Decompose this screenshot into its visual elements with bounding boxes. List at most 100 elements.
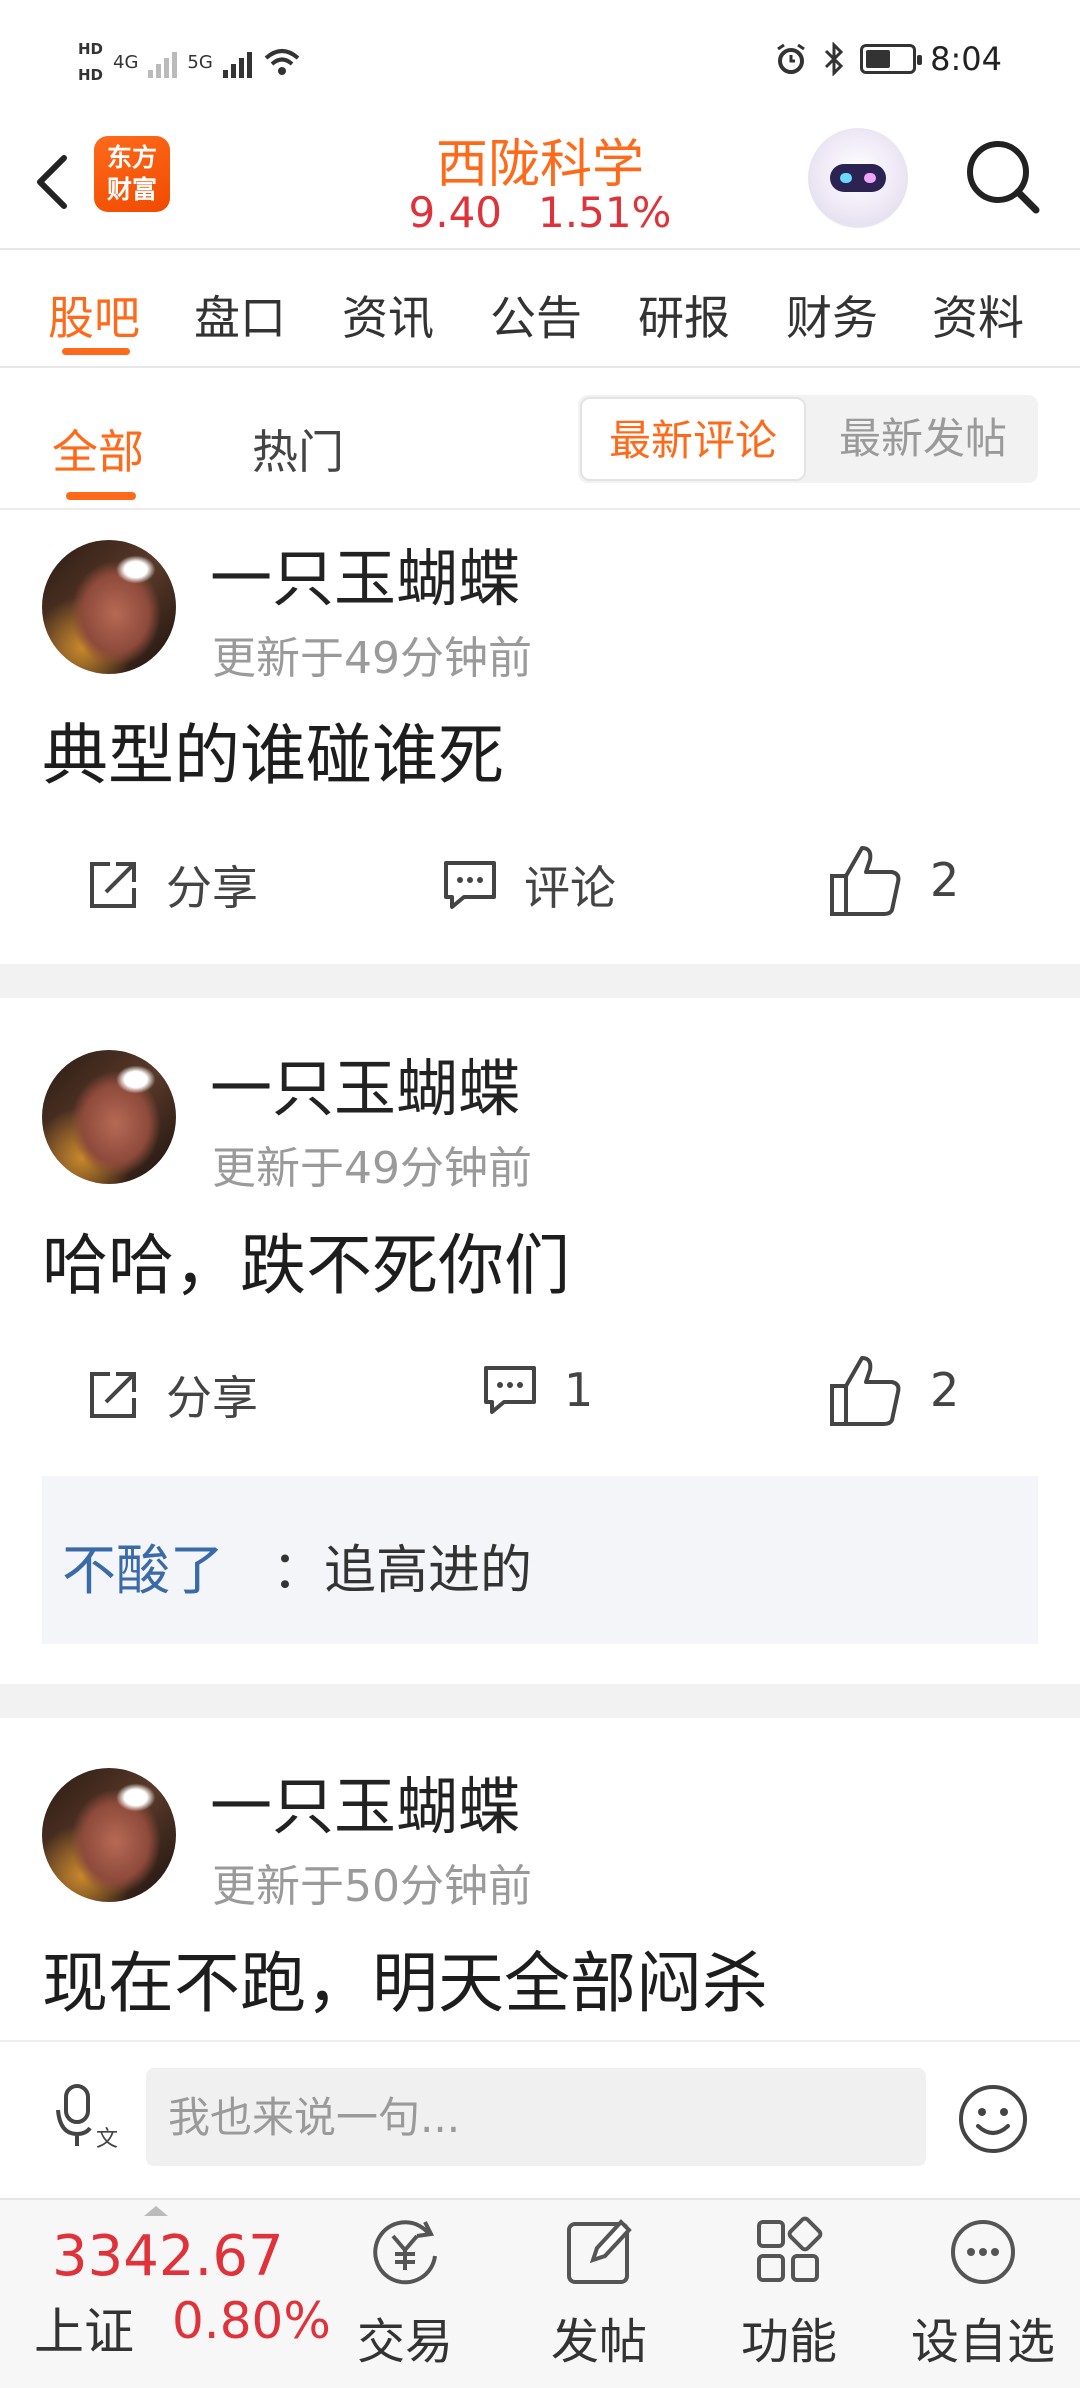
- post-divider: [0, 1684, 1080, 1718]
- like-count: 2: [930, 853, 960, 907]
- filter-hot[interactable]: 热门: [252, 416, 344, 482]
- trade-yuan-icon: [373, 2220, 437, 2285]
- nav-watchlist-label: 设自选: [910, 2314, 1055, 2370]
- bottom-navigation: 3342.67 上证 0.80% 交易 发帖 功能 设自选: [0, 2198, 1080, 2388]
- emoji-icon[interactable]: [956, 2082, 1030, 2156]
- net2-label: 5G: [187, 51, 213, 73]
- post-card[interactable]: 一只玉蝴蝶 更新于49分钟前 典型的谁碰谁死 分享 评论 2: [0, 512, 1080, 964]
- like-button[interactable]: 2: [826, 1350, 959, 1430]
- section-tabs: 股吧 盘口 资讯 公告 研报 财务 资料: [0, 252, 1080, 368]
- post-card[interactable]: 一只玉蝴蝶 更新于50分钟前 现在不跑，明天全部闷杀: [0, 1718, 1080, 2040]
- comment-input[interactable]: [146, 2068, 926, 2166]
- post-card[interactable]: 一只玉蝴蝶 更新于49分钟前 哈哈，跌不死你们 分享 1 2 不酸了 ：追高进的: [0, 998, 1080, 1684]
- signal-icon: [148, 46, 178, 78]
- sort-latest-post[interactable]: 最新发帖: [810, 395, 1036, 483]
- hd1-label: HD: [78, 40, 104, 58]
- stock-price: 9.40: [408, 188, 503, 237]
- battery-fill: [866, 50, 891, 68]
- reply-preview[interactable]: 不酸了 ：追高进的: [42, 1476, 1038, 1644]
- grid-functions-icon: [757, 2216, 823, 2282]
- bluetooth-icon: [825, 42, 844, 76]
- clock: 8:04: [930, 40, 1002, 78]
- comment-button[interactable]: 评论: [440, 852, 616, 918]
- like-count: 2: [930, 1363, 960, 1417]
- status-bar: HD HD 4G 5G 8:04: [0, 0, 1080, 120]
- stock-forum-page: HD HD 4G 5G 8:04 东方 财富 西陇科学 9.40 1.51% 股…: [0, 0, 1080, 2388]
- nav-trade-label: 交易: [356, 2314, 453, 2370]
- active-tab-indicator: [62, 348, 130, 355]
- nav-post[interactable]: 发帖: [524, 2212, 674, 2372]
- voice-translate-icon[interactable]: 文: [52, 2080, 122, 2150]
- author-name[interactable]: 一只玉蝴蝶: [210, 1756, 520, 1846]
- index-change-pct: 0.80%: [172, 2292, 331, 2350]
- compose-icon: [567, 2219, 632, 2284]
- share-icon: [90, 1372, 136, 1418]
- author-name[interactable]: 一只玉蝴蝶: [210, 528, 520, 618]
- thumbs-up-icon: [830, 846, 901, 916]
- share-label: 分享: [166, 1371, 258, 1425]
- search-icon[interactable]: [960, 134, 1044, 218]
- reply-text: ：追高进的: [272, 1541, 533, 1601]
- tab-research[interactable]: 研报: [638, 282, 730, 348]
- post-divider: [0, 964, 1080, 998]
- stock-change-pct: 1.51%: [538, 188, 672, 237]
- tab-pankou[interactable]: 盘口: [194, 282, 286, 348]
- comment-button[interactable]: 1: [480, 1362, 593, 1418]
- post-content[interactable]: 现在不跑，明天全部闷杀: [42, 1930, 768, 2026]
- assistant-robot-icon[interactable]: [808, 128, 908, 228]
- share-label: 分享: [166, 861, 258, 915]
- tab-finance[interactable]: 财务: [786, 282, 878, 348]
- alarm-icon: [777, 43, 805, 74]
- comment-count: 1: [564, 1363, 594, 1417]
- like-button[interactable]: 2: [826, 840, 959, 920]
- system-indicators: 8:04: [774, 40, 1002, 78]
- share-icon: [90, 862, 136, 908]
- nav-trade[interactable]: 交易: [330, 2212, 480, 2372]
- comment-label: 评论: [524, 861, 616, 915]
- nav-post-label: 发帖: [550, 2314, 647, 2370]
- network-indicators: HD HD 4G 5G: [78, 36, 302, 88]
- comment-icon: [444, 861, 496, 909]
- post-content[interactable]: 哈哈，跌不死你们: [42, 1212, 570, 1308]
- tab-announcements[interactable]: 公告: [490, 282, 582, 348]
- signal-icon-2: [222, 46, 252, 78]
- author-avatar[interactable]: [42, 1050, 176, 1184]
- stock-name: 西陇科学: [435, 135, 644, 195]
- hd2-label: HD: [78, 66, 104, 84]
- author-name[interactable]: 一只玉蝴蝶: [210, 1038, 520, 1128]
- nav-functions[interactable]: 功能: [714, 2212, 864, 2372]
- thumbs-up-icon: [830, 1356, 901, 1426]
- author-avatar[interactable]: [42, 540, 176, 674]
- reply-author[interactable]: 不酸了: [62, 1526, 224, 1605]
- post-time: 更新于49分钟前: [212, 633, 532, 684]
- svg-text:文: 文: [96, 2127, 118, 2150]
- expand-caret-icon[interactable]: [144, 2206, 168, 2216]
- sort-segmented-control: 最新评论 最新发帖: [578, 395, 1038, 483]
- index-name: 上证: [34, 2303, 134, 2361]
- comment-icon: [484, 1366, 536, 1414]
- index-value[interactable]: 3342.67: [52, 2224, 284, 2289]
- share-button[interactable]: 分享: [84, 1362, 258, 1428]
- hd-indicator: HD HD: [78, 36, 103, 88]
- app-header: 东方 财富 西陇科学 9.40 1.51%: [0, 120, 1080, 250]
- post-time: 更新于49分钟前: [212, 1143, 532, 1194]
- wifi-icon: [264, 49, 300, 75]
- post-time: 更新于50分钟前: [212, 1861, 532, 1912]
- stock-quote: 9.40 1.51%: [0, 188, 1080, 237]
- tab-guba[interactable]: 股吧: [48, 282, 140, 348]
- post-filter-bar: 全部 热门 最新评论 最新发帖: [0, 370, 1080, 510]
- comment-input-bar: 文: [0, 2040, 1080, 2196]
- battery-icon: [860, 44, 923, 74]
- share-button[interactable]: 分享: [84, 852, 258, 918]
- robot-face: [830, 164, 886, 192]
- sort-latest-comment[interactable]: 最新评论: [580, 397, 806, 481]
- filter-all[interactable]: 全部: [52, 416, 144, 482]
- tab-profile[interactable]: 资料: [932, 282, 1024, 348]
- tab-news[interactable]: 资讯: [342, 282, 434, 348]
- author-avatar[interactable]: [42, 1768, 176, 1902]
- nav-functions-label: 功能: [740, 2314, 837, 2370]
- filter-active-indicator: [66, 492, 136, 500]
- nav-watchlist[interactable]: 设自选: [908, 2212, 1058, 2372]
- post-content[interactable]: 典型的谁碰谁死: [42, 702, 504, 798]
- net1-label: 4G: [113, 51, 139, 73]
